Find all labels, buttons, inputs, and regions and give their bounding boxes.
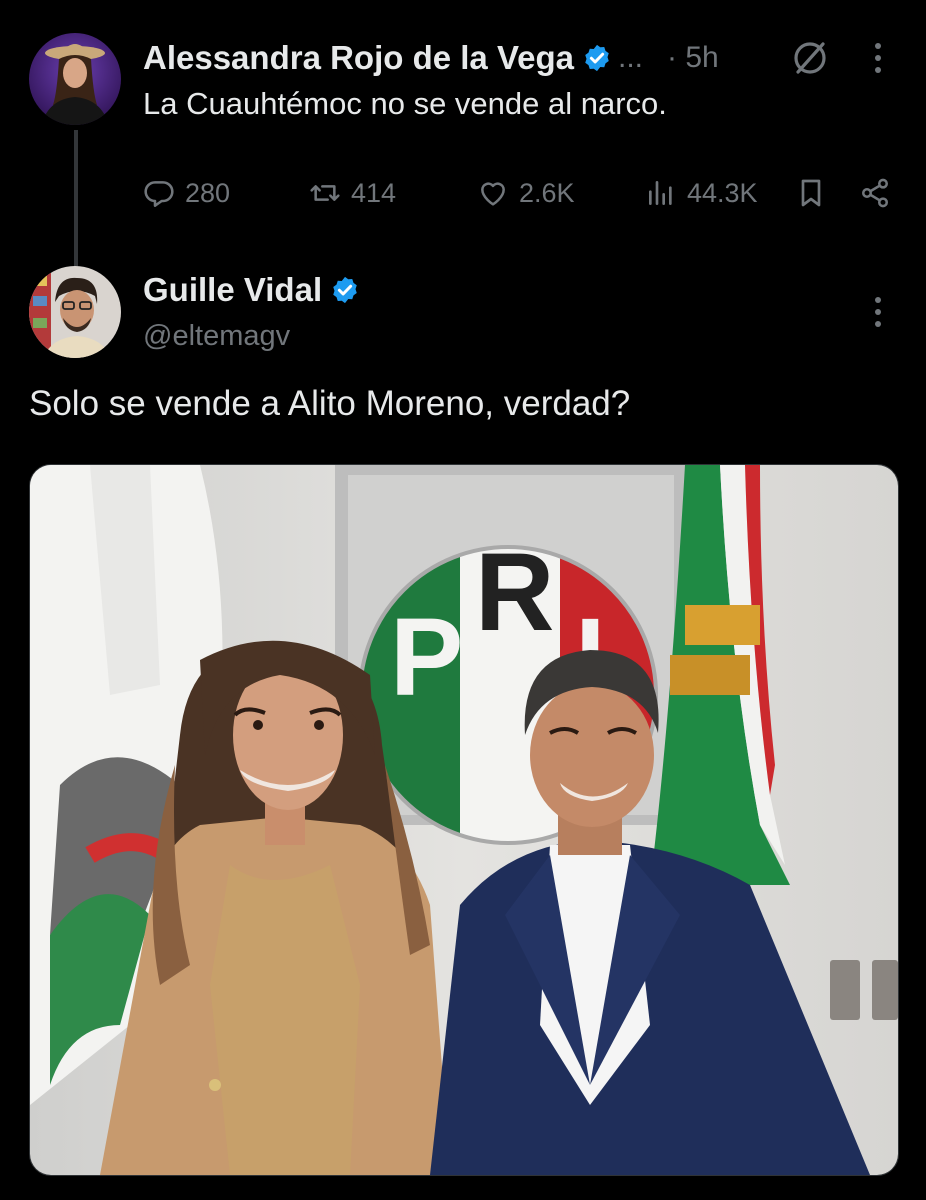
parent-author-avatar[interactable] [29, 33, 121, 125]
bookmark-icon [801, 179, 821, 207]
views-count: 44.3K [687, 177, 758, 208]
views-button[interactable]: 44.3K [645, 168, 758, 218]
thread-connector-line [74, 130, 78, 270]
repost-icon [310, 185, 340, 201]
photo-illustration: P R I [30, 465, 898, 1175]
reply-author-name-row: Guille Vidal [143, 268, 360, 312]
repost-count: 414 [351, 177, 397, 208]
like-button[interactable]: 2.6K [477, 168, 575, 218]
repost-button[interactable]: 414 [309, 168, 396, 218]
reply-tweet-text: Solo se vende a Alito Moreno, verdad? [29, 384, 631, 423]
reply-author-avatar[interactable] [29, 266, 121, 358]
bookmark-button[interactable] [795, 168, 827, 218]
parent-tweet-text: La Cuauhtémoc no se vende al narco. [143, 86, 667, 121]
reply-button[interactable]: 280 [143, 168, 230, 218]
heart-icon [481, 182, 505, 206]
grok-icon[interactable] [790, 38, 830, 78]
more-vertical-icon[interactable] [866, 38, 890, 78]
tweet-action-bar: 280 414 2.6K 44.3K [143, 168, 903, 218]
like-count: 2.6K [519, 177, 575, 208]
reply-count: 280 [185, 177, 231, 208]
reply-author-handle[interactable]: @eltemagv [143, 320, 290, 353]
tweet-photo[interactable]: P R I [29, 464, 899, 1176]
reply-icon [144, 181, 174, 207]
reply-author-name[interactable]: Guille Vidal [143, 271, 322, 309]
share-button[interactable] [859, 168, 891, 218]
more-vertical-icon[interactable] [866, 292, 890, 332]
logo-letter-r: R [475, 531, 554, 654]
verified-badge-icon [333, 276, 357, 304]
views-chart-icon [649, 181, 672, 205]
tweet-thread-view: Alessandra Rojo de la Vega ... · 5h La C… [0, 0, 926, 1200]
share-icon [862, 178, 888, 208]
logo-letter-p: P [390, 596, 463, 719]
